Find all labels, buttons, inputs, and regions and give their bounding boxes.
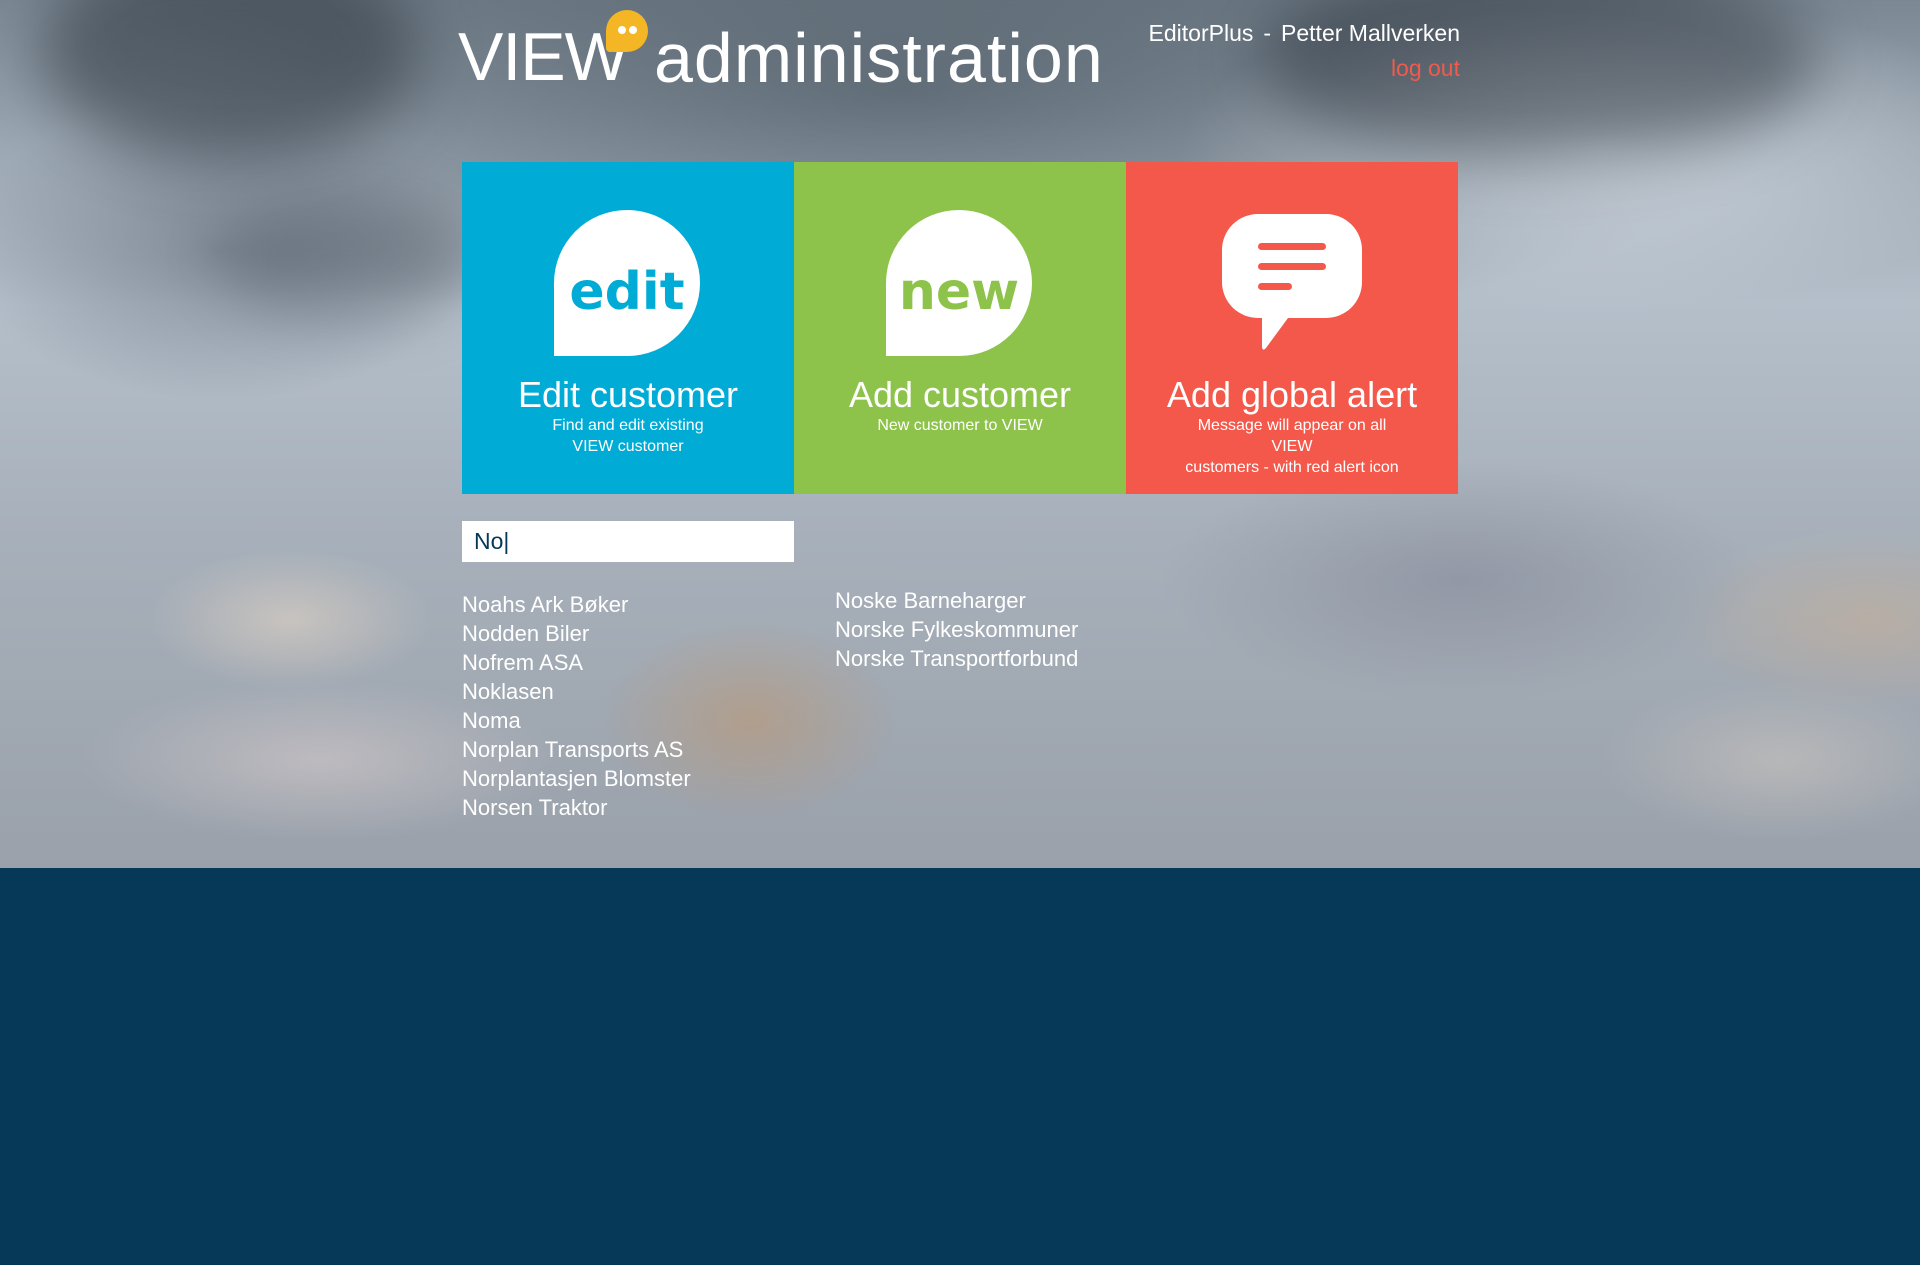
result-item[interactable]: Norske Transportforbund (835, 644, 1078, 673)
result-item[interactable]: Norske Fylkeskommuner (835, 615, 1078, 644)
edit-customer-tile[interactable]: edit Edit customer Find and edit existin… (462, 162, 794, 494)
edit-icon-text: edit (569, 262, 685, 322)
brand-view-text: VIEW (458, 19, 629, 95)
customer-search-input[interactable] (462, 521, 794, 562)
search-results-left: Noahs Ark Bøker Nodden Biler Nofrem ASA … (462, 590, 691, 822)
add-global-alert-tile[interactable]: Add global alert Message will appear on … (1126, 162, 1458, 494)
new-bubble-icon: new (886, 210, 1034, 358)
tile-subtitle-line: VIEW customer (572, 438, 684, 455)
background-blur (40, 0, 420, 160)
user-separator: - (1263, 20, 1272, 46)
message-alert-icon (1218, 210, 1366, 358)
tile-title: Edit customer (517, 374, 739, 415)
tile-subtitle: Find and edit existing VIEW customer (512, 415, 744, 457)
tile-subtitle-line: New customer to VIEW (877, 417, 1043, 434)
edit-bubble-icon: edit (554, 210, 702, 358)
tile-subtitle-line: Message will appear on all VIEW (1197, 417, 1387, 455)
tile-subtitle-line: customers - with red alert icon (1185, 459, 1399, 476)
result-item[interactable]: Nodden Biler (462, 619, 691, 648)
brand-admin-text: administration (654, 19, 1104, 97)
background-blur (220, 200, 480, 320)
new-icon-text: new (898, 262, 1020, 322)
result-item[interactable]: Noklasen (462, 677, 691, 706)
tile-subtitle-line: Find and edit existing (552, 417, 704, 434)
tile-subtitle: Message will appear on all VIEW customer… (1176, 415, 1408, 478)
user-info: EditorPlus - Petter Mallverken log out (1149, 20, 1460, 82)
result-item[interactable]: Nofrem ASA (462, 648, 691, 677)
result-item[interactable]: Norplan Transports AS (462, 735, 691, 764)
result-item[interactable]: Noahs Ark Bøker (462, 590, 691, 619)
user-name: Petter Mallverken (1281, 20, 1460, 46)
search-results-right: Noske Barneharger Norske Fylkeskommuner … (835, 586, 1078, 673)
user-role: EditorPlus (1148, 20, 1254, 46)
logout-link[interactable]: log out (1149, 55, 1460, 82)
tile-subtitle: New customer to VIEW (844, 415, 1076, 436)
tile-title: Add customer (848, 374, 1072, 415)
add-customer-tile[interactable]: new Add customer New customer to VIEW (794, 162, 1126, 494)
speech-bubble-icon (606, 10, 648, 52)
tile-title: Add global alert (1166, 374, 1418, 415)
result-item[interactable]: Noma (462, 706, 691, 735)
result-item[interactable]: Norplantasjen Blomster (462, 764, 691, 793)
result-item[interactable]: Norsen Traktor (462, 793, 691, 822)
result-item[interactable]: Noske Barneharger (835, 586, 1078, 615)
